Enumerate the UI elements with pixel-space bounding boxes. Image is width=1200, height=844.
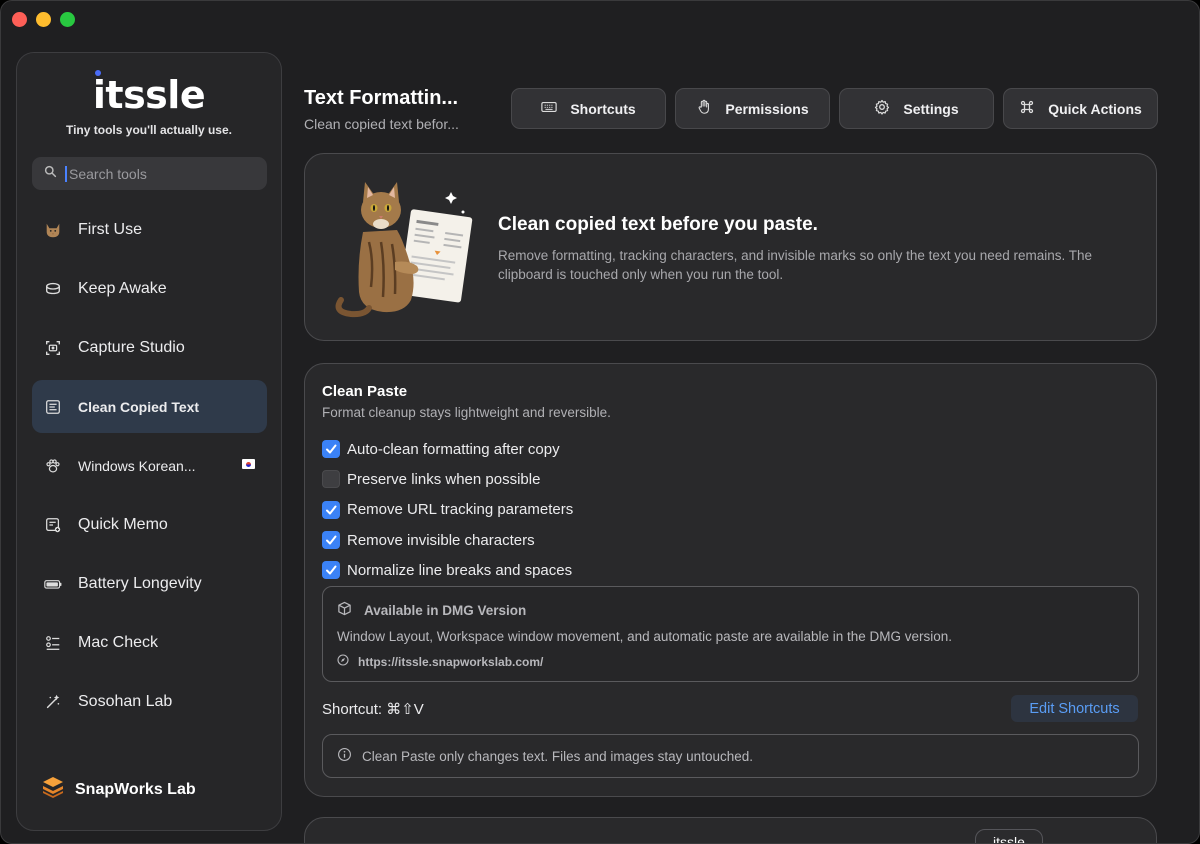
- shortcuts-label: Shortcuts: [570, 100, 636, 117]
- sidebar-item-label: Mac Check: [78, 633, 159, 651]
- hand-icon: [696, 99, 725, 118]
- sidebar-item-keep-awake[interactable]: Keep Awake: [32, 262, 267, 315]
- option-remove-url-tracking[interactable]: Remove URL tracking parameters: [322, 495, 573, 525]
- settings-label: Settings: [903, 100, 959, 117]
- gear-icon: [874, 99, 903, 118]
- cat-with-document-illustration: [329, 172, 479, 322]
- shortcuts-button[interactable]: Shortcuts: [511, 88, 666, 129]
- sidebar-item-label: Sosohan Lab: [78, 692, 173, 710]
- checkbox-unchecked[interactable]: [322, 470, 340, 489]
- checklist-icon: [42, 632, 64, 654]
- sidebar-item-label: Clean Copied Text: [78, 398, 200, 415]
- card-title: Clean Paste: [322, 383, 408, 400]
- checkbox-checked[interactable]: [322, 500, 340, 519]
- checkbox-checked[interactable]: [322, 531, 340, 550]
- page-title: Text Formattin...: [304, 87, 459, 109]
- sidebar-item-label: Quick Memo: [78, 515, 168, 533]
- option-remove-invisible[interactable]: Remove invisible characters: [322, 525, 573, 555]
- option-normalize-line-breaks[interactable]: Normalize line breaks and spaces: [322, 555, 573, 585]
- permissions-label: Permissions: [725, 100, 809, 117]
- keyboard-icon: [541, 99, 570, 118]
- dmg-version-notice: Available in DMG Version Window Layout, …: [322, 586, 1139, 682]
- app-tagline: Tiny tools you'll actually use.: [65, 123, 232, 137]
- sidebar-item-label: First Use: [78, 220, 142, 238]
- command-icon: [1019, 99, 1048, 118]
- quick-actions-label: Quick Actions: [1048, 100, 1142, 117]
- permissions-button[interactable]: Permissions: [675, 88, 830, 129]
- search-input[interactable]: [65, 165, 255, 182]
- option-label: Preserve links when possible: [347, 470, 541, 488]
- sidebar-item-mac-check[interactable]: Mac Check: [32, 616, 267, 669]
- options-list: Auto-clean formatting after copy Preserv…: [322, 434, 573, 585]
- clean-paste-card: Clean Paste Format cleanup stays lightwe…: [304, 363, 1157, 797]
- compass-icon: [337, 654, 358, 669]
- sidebar: itssle Tiny tools you'll actually use. F…: [16, 52, 282, 831]
- quick-actions-button[interactable]: Quick Actions: [1003, 88, 1158, 129]
- dmg-link-text[interactable]: https://itssle.snapworkslab.com/: [358, 655, 543, 669]
- hero-title: Clean copied text before you paste.: [498, 214, 818, 235]
- search-box[interactable]: [32, 157, 267, 190]
- app-logo-text: itssle: [92, 73, 206, 117]
- toolbar: Shortcuts Permissions Settings Quick Act…: [511, 88, 1158, 129]
- paw-icon: [42, 455, 64, 477]
- logo-dot: [94, 70, 101, 76]
- option-label: Remove URL tracking parameters: [347, 501, 574, 519]
- snapworks-logo-icon: [41, 775, 75, 804]
- sidebar-item-windows-korean[interactable]: Windows Korean...: [32, 439, 267, 492]
- option-auto-clean[interactable]: Auto-clean formatting after copy: [322, 434, 573, 464]
- info-note-text: Clean Paste only changes text. Files and…: [362, 748, 753, 764]
- coffee-cup-icon: [42, 278, 64, 300]
- option-preserve-links[interactable]: Preserve links when possible: [322, 464, 573, 494]
- cat-icon: [42, 219, 64, 241]
- checkbox-checked[interactable]: [322, 561, 340, 580]
- shortcut-label: Shortcut: ⌘⇧V: [322, 701, 424, 718]
- sidebar-item-capture-studio[interactable]: Capture Studio: [32, 321, 267, 374]
- memo-icon: [42, 514, 64, 536]
- dmg-link[interactable]: https://itssle.snapworkslab.com/: [337, 654, 543, 669]
- option-label: Normalize line breaks and spaces: [347, 561, 573, 579]
- dmg-notice-body: Window Layout, Workspace window movement…: [337, 629, 953, 644]
- traffic-lights: [12, 12, 75, 27]
- tooltip: itssle: [975, 829, 1043, 843]
- magic-wand-icon: [42, 691, 64, 713]
- package-icon: [337, 601, 364, 619]
- sidebar-nav: First Use Keep Awake Capture Studio Clea…: [32, 203, 267, 734]
- korea-flag-icon: [242, 459, 255, 469]
- minimize-window-button[interactable]: [36, 12, 51, 27]
- checkbox-checked[interactable]: [322, 440, 340, 459]
- battery-icon: [42, 573, 64, 595]
- edit-shortcuts-button[interactable]: Edit Shortcuts: [1011, 695, 1138, 722]
- dmg-notice-header: Available in DMG Version: [337, 601, 526, 619]
- brand-footer: SnapWorks Lab: [41, 775, 196, 804]
- page-subtitle: Clean copied text befor...: [304, 116, 459, 132]
- zoom-window-button[interactable]: [60, 12, 75, 27]
- dmg-notice-title: Available in DMG Version: [364, 602, 527, 618]
- sidebar-item-battery-longevity[interactable]: Battery Longevity: [32, 557, 267, 610]
- sidebar-item-label: Capture Studio: [78, 338, 185, 356]
- logo-block: itssle Tiny tools you'll actually use.: [17, 70, 281, 137]
- camera-viewfinder-icon: [42, 337, 64, 359]
- sidebar-item-label: Battery Longevity: [78, 574, 202, 592]
- search-icon: [44, 165, 57, 183]
- settings-button[interactable]: Settings: [839, 88, 994, 129]
- option-label: Auto-clean formatting after copy: [347, 440, 560, 458]
- option-label: Remove invisible characters: [347, 531, 535, 549]
- sidebar-item-label: Windows Korean...: [78, 457, 196, 474]
- hero-description: Remove formatting, tracking characters, …: [498, 248, 1093, 282]
- brand-name: SnapWorks Lab: [75, 780, 196, 798]
- sidebar-item-quick-memo[interactable]: Quick Memo: [32, 498, 267, 551]
- close-window-button[interactable]: [12, 12, 27, 27]
- app-window: itssle Tiny tools you'll actually use. F…: [0, 0, 1200, 844]
- hero-card: Clean copied text before you paste. Remo…: [304, 153, 1157, 341]
- sidebar-item-label: Keep Awake: [78, 279, 167, 297]
- app-logo: itssle: [92, 70, 206, 117]
- info-note: Clean Paste only changes text. Files and…: [322, 734, 1139, 778]
- sidebar-item-sosohan-lab[interactable]: Sosohan Lab: [32, 675, 267, 728]
- sidebar-item-clean-copied-text[interactable]: Clean Copied Text: [32, 380, 267, 433]
- info-icon: [337, 747, 362, 765]
- card-subtitle: Format cleanup stays lightweight and rev…: [322, 405, 611, 420]
- sidebar-item-first-use[interactable]: First Use: [32, 203, 267, 256]
- text-clean-icon: [42, 396, 64, 418]
